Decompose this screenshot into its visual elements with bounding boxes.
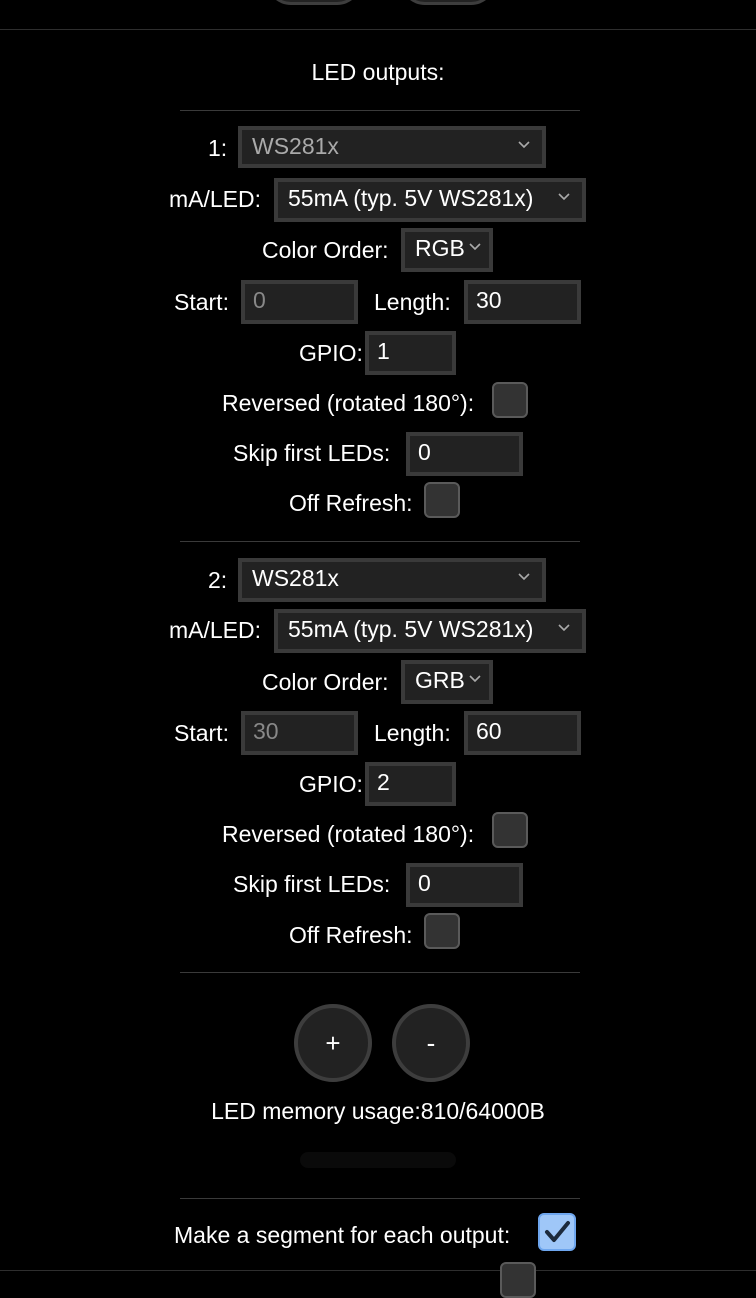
memory-bar — [300, 1152, 456, 1168]
color-order-label: Color Order: — [262, 669, 389, 695]
chevron-down-icon — [518, 573, 530, 581]
divider — [180, 541, 580, 542]
reversed-checkbox[interactable] — [492, 812, 528, 848]
chevron-down-icon — [518, 141, 530, 149]
length-input[interactable]: 60 — [464, 711, 581, 755]
remove-output-button[interactable]: - — [392, 1004, 470, 1082]
chevron-down-icon — [558, 624, 570, 632]
segment-per-output-label: Make a segment for each output: — [174, 1222, 511, 1248]
color-order-select[interactable]: GRB — [401, 660, 493, 704]
chevron-down-icon — [558, 193, 570, 201]
add-output-button[interactable]: + — [294, 1004, 372, 1082]
off-refresh-label: Off Refresh: — [289, 922, 413, 948]
start-label: Start: — [174, 720, 229, 746]
gpio-label: GPIO: — [299, 771, 363, 797]
led-type-value: WS281x — [252, 133, 339, 159]
off-refresh-label: Off Refresh: — [289, 490, 413, 516]
length-label: Length: — [374, 289, 451, 315]
gpio-input[interactable]: 1 — [365, 331, 456, 375]
color-order-label: Color Order: — [262, 237, 389, 263]
skip-first-leds-label: Skip first LEDs: — [233, 440, 391, 466]
top-button-left[interactable] — [266, 0, 362, 5]
length-input[interactable]: 30 — [464, 280, 581, 324]
output-index-label: 2: — [208, 567, 228, 593]
led-type-value: WS281x — [252, 565, 339, 591]
divider — [180, 110, 580, 111]
ma-per-led-label: mA/LED: — [169, 617, 262, 643]
ma-per-led-select[interactable]: 55mA (typ. 5V WS281x) — [274, 178, 586, 222]
skip-first-leds-input[interactable]: 0 — [406, 863, 523, 907]
divider — [180, 972, 580, 973]
chevron-down-icon — [469, 675, 481, 683]
divider — [180, 1198, 580, 1199]
off-refresh-checkbox[interactable] — [424, 913, 460, 949]
output-index-label: 1: — [208, 135, 228, 161]
color-order-value: RGB — [415, 235, 465, 261]
length-label: Length: — [374, 720, 451, 746]
reversed-checkbox[interactable] — [492, 382, 528, 418]
start-input[interactable]: 0 — [241, 280, 358, 324]
checkmark-icon — [545, 1221, 570, 1242]
color-order-select[interactable]: RGB — [401, 228, 493, 272]
segment-per-output-checkbox[interactable] — [538, 1213, 576, 1251]
gpio-label: GPIO: — [299, 340, 363, 366]
divider — [0, 1270, 756, 1271]
skip-first-leds-label: Skip first LEDs: — [233, 871, 391, 897]
ma-per-led-value: 55mA (typ. 5V WS281x) — [288, 185, 534, 211]
divider — [0, 29, 756, 30]
skip-first-leds-input[interactable]: 0 — [406, 432, 523, 476]
led-memory-usage: LED memory usage:810/64000B — [211, 1098, 545, 1124]
gpio-input[interactable]: 2 — [365, 762, 456, 806]
ma-per-led-label: mA/LED: — [169, 186, 262, 212]
led-type-select[interactable]: WS281x — [238, 126, 546, 168]
reversed-label: Reversed (rotated 180°): — [222, 821, 475, 847]
top-button-right[interactable] — [400, 0, 496, 5]
led-type-select[interactable]: WS281x — [238, 558, 546, 602]
off-refresh-checkbox[interactable] — [424, 482, 460, 518]
next-checkbox[interactable] — [500, 1262, 536, 1298]
section-title: LED outputs: — [311, 59, 445, 85]
chevron-down-icon — [469, 243, 481, 251]
ma-per-led-value: 55mA (typ. 5V WS281x) — [288, 616, 534, 642]
reversed-label: Reversed (rotated 180°): — [222, 390, 475, 416]
start-label: Start: — [174, 289, 229, 315]
color-order-value: GRB — [415, 667, 465, 693]
ma-per-led-select[interactable]: 55mA (typ. 5V WS281x) — [274, 609, 586, 653]
start-input[interactable]: 30 — [241, 711, 358, 755]
